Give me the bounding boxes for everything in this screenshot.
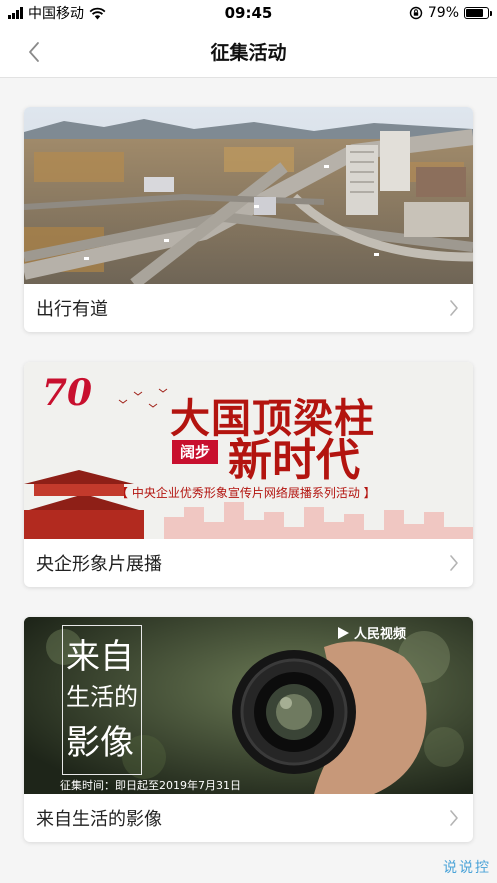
banner-title-line1: 来自: [66, 637, 134, 677]
card-title: 出行有道: [36, 299, 108, 320]
orientation-lock-icon: [409, 6, 423, 20]
nav-bar: 征集活动: [0, 26, 497, 78]
card-footer: 出行有道: [24, 284, 473, 332]
activity-card-travel[interactable]: 出行有道: [24, 107, 473, 332]
card-footer: 来自生活的影像: [24, 794, 473, 842]
card-title: 来自生活的影像: [36, 809, 162, 830]
card-title: 央企形象片展播: [36, 554, 162, 575]
activity-card-life-images[interactable]: 来自 生活的 影像 征集时间：即日起至2019年7月31日 人民视频 来自生活的…: [24, 617, 473, 842]
status-bar: 中国移动 09:45 79%: [0, 0, 497, 26]
status-left: 中国移动: [8, 3, 106, 23]
wifi-icon: [89, 7, 106, 19]
carrier-name: 中国移动: [28, 6, 84, 22]
banner-subheadline: 新时代: [228, 435, 360, 486]
card-footer: 央企形象片展播: [24, 539, 473, 587]
back-button[interactable]: [18, 36, 50, 68]
banner-title-line2: 生活的: [66, 683, 138, 711]
poster-banner: 70 大国顶梁柱 阔步 新时代 【 中央企业优秀形象宣传片网络展播系列活动 】: [24, 362, 473, 539]
page-title: 征集活动: [210, 42, 287, 64]
chevron-right-icon: [450, 810, 458, 826]
status-right: 79%: [409, 5, 492, 21]
play-icon: [338, 626, 349, 639]
chevron-left-icon: [29, 42, 39, 62]
chevron-right-icon: [450, 555, 458, 571]
banner-caption: 【 中央企业优秀形象宣传片网络展播系列活动 】: [116, 486, 376, 500]
camera-lens-photo: 来自 生活的 影像 征集时间：即日起至2019年7月31日 人民视频: [24, 617, 473, 794]
activity-card-soe-film[interactable]: 70 大国顶梁柱 阔步 新时代 【 中央企业优秀形象宣传片网络展播系列活动 】 …: [24, 362, 473, 587]
chevron-right-icon: [450, 300, 458, 316]
city-overpass-photo: [24, 107, 473, 284]
watermark: 说说控: [443, 860, 491, 876]
banner-tag: 阔步: [172, 440, 218, 464]
logo-renmin-video: 人民视频: [336, 623, 406, 642]
banner-title-line3: 影像: [66, 723, 134, 763]
banner-deadline: 征集时间：即日起至2019年7月31日: [60, 779, 241, 792]
signal-icon: [8, 7, 23, 19]
logo-text: 人民视频: [354, 627, 407, 642]
battery-percent: 79%: [427, 5, 459, 21]
battery-icon: [464, 7, 492, 19]
anniversary-logo: 70: [42, 372, 93, 414]
